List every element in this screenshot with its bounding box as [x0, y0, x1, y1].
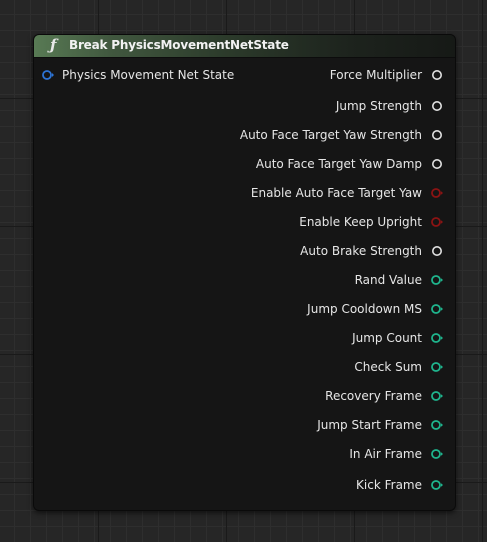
output-pin-label: Check Sum: [354, 360, 422, 374]
output-pin-row[interactable]: Jump Cooldown MS: [307, 301, 443, 317]
output-pin-row[interactable]: Auto Face Target Yaw Damp: [256, 156, 443, 172]
int-pin-icon[interactable]: [431, 448, 443, 460]
float-pin-icon[interactable]: [431, 69, 443, 81]
output-pin-label: Auto Face Target Yaw Strength: [239, 128, 422, 142]
output-pin-label: In Air Frame: [349, 447, 422, 461]
output-pin-label: Enable Auto Face Target Yaw: [250, 186, 422, 200]
output-pin-label: Jump Count: [352, 331, 422, 345]
int-pin-icon[interactable]: [431, 390, 443, 402]
int-pin-icon[interactable]: [431, 332, 443, 344]
struct-input-pin-icon[interactable]: [42, 69, 54, 81]
output-pin-row[interactable]: In Air Frame: [349, 446, 443, 462]
output-pin-label: Jump Strength: [335, 99, 422, 113]
bool-pin-icon[interactable]: [431, 187, 443, 199]
output-pin-row[interactable]: Auto Brake Strength: [300, 243, 443, 259]
output-pin-label: Auto Brake Strength: [300, 244, 422, 258]
output-pin-row[interactable]: Force Multiplier: [330, 67, 443, 83]
output-pin-row[interactable]: Jump Count: [352, 330, 443, 346]
output-pin-row[interactable]: Rand Value: [355, 272, 443, 288]
output-pin-label: Rand Value: [354, 273, 422, 287]
int-pin-icon[interactable]: [431, 419, 443, 431]
output-pin-label: Auto Face Target Yaw Damp: [255, 157, 422, 171]
output-pin-row[interactable]: Enable Keep Upright: [299, 214, 443, 230]
int-pin-icon[interactable]: [431, 303, 443, 315]
output-pin-label: Jump Cooldown MS: [307, 302, 422, 316]
output-pin-row[interactable]: Jump Strength: [336, 98, 443, 114]
output-pin-row[interactable]: Recovery Frame: [325, 388, 443, 404]
output-pin-row[interactable]: Jump Start Frame: [317, 417, 443, 433]
input-pin-row[interactable]: Physics Movement Net State: [42, 67, 234, 83]
output-pin-label: Jump Start Frame: [317, 418, 422, 432]
output-pin-row[interactable]: Enable Auto Face Target Yaw: [251, 185, 443, 201]
int-pin-icon[interactable]: [431, 479, 443, 491]
output-pin-label: Recovery Frame: [325, 389, 422, 403]
bool-pin-icon[interactable]: [431, 216, 443, 228]
function-icon: ƒ: [50, 36, 57, 54]
output-pin-row[interactable]: Auto Face Target Yaw Strength: [240, 127, 443, 143]
int-pin-icon[interactable]: [431, 274, 443, 286]
output-pin-row[interactable]: Kick Frame: [356, 477, 443, 493]
node-title: Break PhysicsMovementNetState: [69, 38, 289, 52]
input-pin-label: Physics Movement Net State: [62, 68, 235, 82]
int-pin-icon[interactable]: [431, 361, 443, 373]
float-pin-icon[interactable]: [431, 245, 443, 257]
float-pin-icon[interactable]: [431, 158, 443, 170]
output-pin-label: Enable Keep Upright: [299, 215, 422, 229]
output-pin-row[interactable]: Check Sum: [354, 359, 443, 375]
float-pin-icon[interactable]: [431, 100, 443, 112]
node-header[interactable]: ƒ Break PhysicsMovementNetState: [34, 35, 455, 58]
output-pin-label: Kick Frame: [356, 478, 422, 492]
break-struct-node[interactable]: ƒ Break PhysicsMovementNetState Physics …: [33, 34, 456, 511]
output-pin-label: Force Multiplier: [329, 68, 422, 82]
float-pin-icon[interactable]: [431, 129, 443, 141]
